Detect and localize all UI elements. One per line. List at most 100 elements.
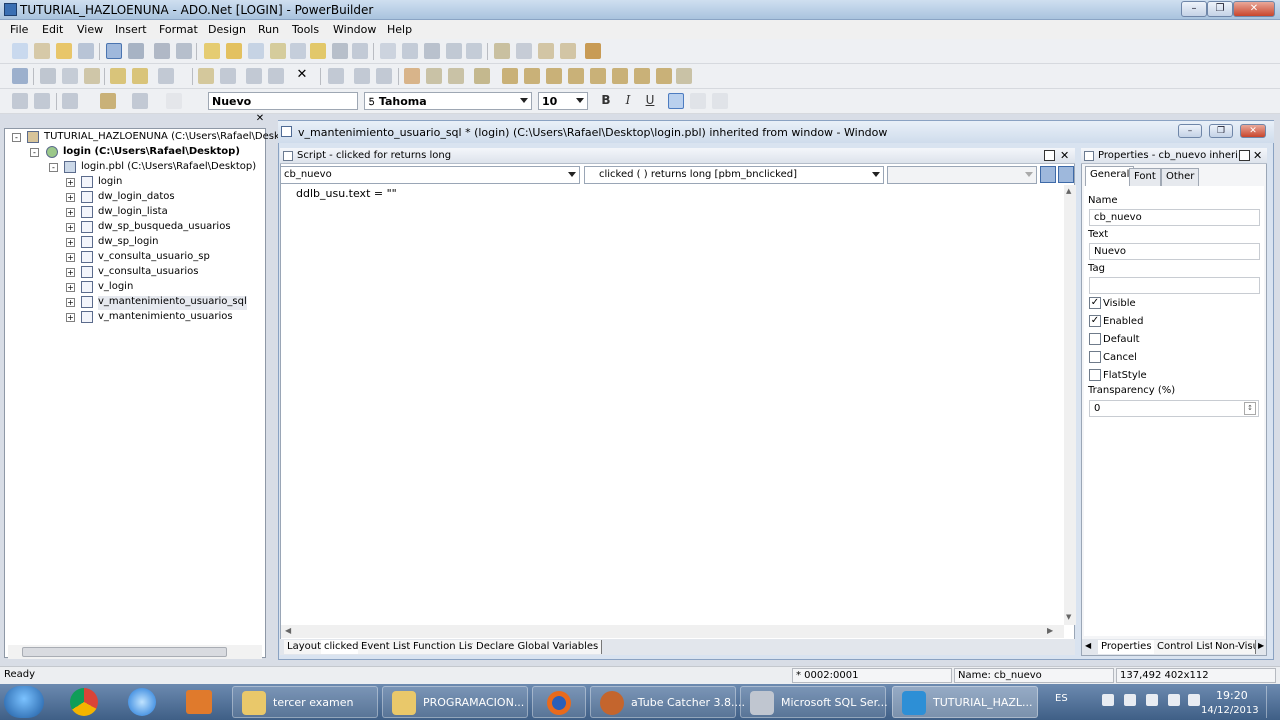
scrollbar-thumb[interactable] <box>22 647 227 657</box>
tab-font[interactable]: Font <box>1129 168 1161 186</box>
menu-view[interactable]: View <box>77 23 103 36</box>
text-field[interactable]: Nuevo <box>1089 243 1260 260</box>
painter-restore-button[interactable]: ❐ <box>1209 124 1233 138</box>
collapse-icon[interactable]: - <box>30 148 39 157</box>
tab-other[interactable]: Other <box>1161 168 1200 186</box>
cancel-checkbox[interactable] <box>1089 351 1101 363</box>
line-style-icon[interactable] <box>166 93 182 109</box>
tree-target[interactable]: login (C:\Users\Rafael\Desktop) <box>63 146 240 160</box>
device-icon[interactable] <box>1124 694 1136 706</box>
tree-item[interactable]: dw_login_datos <box>98 191 175 205</box>
todo-icon[interactable] <box>176 43 192 59</box>
taskbar-item-firefox[interactable] <box>532 686 586 718</box>
tab-control-list[interactable]: Control List <box>1154 640 1218 654</box>
tag-field[interactable] <box>1089 277 1260 294</box>
save-icon[interactable] <box>12 68 28 84</box>
collapse-icon[interactable]: - <box>49 163 58 172</box>
close-tree-icon[interactable]: ✕ <box>254 114 266 126</box>
debug-icon[interactable] <box>446 43 462 59</box>
code-line[interactable]: ddlb_usu.text = "" <box>296 187 397 200</box>
clock-date[interactable]: 14/12/2013 <box>1201 705 1259 716</box>
preview-window-icon[interactable] <box>198 68 214 84</box>
tree-item[interactable]: dw_login_lista <box>98 206 168 220</box>
font-select[interactable]: 𝟻 Tahoma <box>364 92 532 110</box>
view-9-icon[interactable] <box>676 68 692 84</box>
preview-icon[interactable] <box>78 43 94 59</box>
script-icon[interactable] <box>220 68 236 84</box>
taskbar-item-programacion[interactable]: PROGRAMACION... <box>382 686 528 718</box>
uncomment-icon[interactable] <box>376 68 392 84</box>
taskbar-item-sql-server[interactable]: Microsoft SQL Ser... <box>740 686 888 718</box>
undo-icon[interactable] <box>110 68 126 84</box>
menu-insert[interactable]: Insert <box>115 23 147 36</box>
scroll-right-icon[interactable]: ▶ <box>1047 626 1053 635</box>
tree-item[interactable]: v_mantenimiento_usuario_sql <box>98 296 247 310</box>
minimize-button[interactable]: – <box>1181 1 1207 17</box>
tab-declare-global-variables[interactable]: Declare Global Variables <box>473 640 603 654</box>
menu-edit[interactable]: Edit <box>42 23 63 36</box>
menu-tools[interactable]: Tools <box>292 23 319 36</box>
tree-workspace[interactable]: TUTURIAL_HAZLOENUNA (C:\Users\Rafael\Des… <box>44 131 283 145</box>
tab-general[interactable]: General <box>1085 166 1135 186</box>
tab-function-list[interactable]: Function List <box>410 640 481 654</box>
view-4-icon[interactable] <box>568 68 584 84</box>
text-value-field[interactable]: Nuevo <box>208 92 358 110</box>
tab-scroll-left-icon[interactable]: ◀ <box>1085 641 1091 650</box>
full-build-icon[interactable] <box>226 43 242 59</box>
pipeline-icon[interactable] <box>310 43 326 59</box>
script-list-icon[interactable] <box>1058 166 1074 183</box>
spin-icon[interactable]: ↕ <box>1244 402 1256 415</box>
align-left-icon[interactable] <box>668 93 684 109</box>
view-1-icon[interactable] <box>502 68 518 84</box>
restore-button[interactable]: ❐ <box>1207 1 1233 17</box>
expand-icon[interactable]: + <box>66 298 75 307</box>
flag-icon[interactable] <box>1102 694 1114 706</box>
open-icon[interactable] <box>56 43 72 59</box>
cut-icon[interactable] <box>40 68 56 84</box>
expand-icon[interactable]: + <box>66 178 75 187</box>
view-6-icon[interactable] <box>612 68 628 84</box>
comment-icon[interactable] <box>354 68 370 84</box>
tree-item[interactable]: login <box>98 176 122 190</box>
redo-icon[interactable] <box>132 68 148 84</box>
transparency-stepper[interactable]: 0 ↕ <box>1089 400 1259 417</box>
menu-format[interactable]: Format <box>159 23 198 36</box>
ancestor-select[interactable] <box>887 166 1037 184</box>
visible-checkbox[interactable]: ✓ <box>1089 297 1101 309</box>
new-icon[interactable] <box>12 43 28 59</box>
script-view-icon[interactable] <box>1040 166 1056 183</box>
profile-icon[interactable] <box>402 43 418 59</box>
tree-item[interactable]: dw_sp_busqueda_usuarios <box>98 221 231 235</box>
menu-design[interactable]: Design <box>208 23 246 36</box>
fill-color-icon[interactable] <box>100 93 116 109</box>
view-7-icon[interactable] <box>634 68 650 84</box>
chrome-icon[interactable] <box>70 688 98 716</box>
view-3-icon[interactable] <box>546 68 562 84</box>
browser-icon[interactable] <box>380 43 396 59</box>
view-2-icon[interactable] <box>524 68 540 84</box>
tree-horizontal-scrollbar[interactable] <box>8 645 262 659</box>
expand-icon[interactable]: + <box>66 268 75 277</box>
align-icon[interactable] <box>246 68 262 84</box>
select-run-icon[interactable] <box>560 43 576 59</box>
italic-button[interactable]: I <box>620 93 636 109</box>
show-desktop-button[interactable] <box>1266 686 1278 718</box>
volume-icon[interactable] <box>1168 694 1180 706</box>
flatstyle-checkbox[interactable] <box>1089 369 1101 381</box>
properties-icon[interactable] <box>426 68 442 84</box>
scroll-left-icon[interactable]: ◀ <box>285 626 291 635</box>
layout-icon[interactable] <box>448 68 464 84</box>
code-horizontal-scrollbar[interactable]: ◀ ▶ <box>281 625 1064 638</box>
close-pane-icon[interactable]: ✕ <box>1253 149 1262 162</box>
menu-file[interactable]: File <box>10 23 28 36</box>
output-icon[interactable] <box>154 43 170 59</box>
close-button[interactable]: ✕ <box>1233 1 1275 17</box>
taskbar-item-tercer-examen[interactable]: tercer examen <box>232 686 378 718</box>
text-color-icon[interactable] <box>132 93 148 109</box>
expand-icon[interactable]: + <box>66 253 75 262</box>
scroll-up-icon[interactable]: ▲ <box>1066 187 1071 195</box>
select-debug-icon[interactable] <box>466 43 482 59</box>
tools-icon[interactable] <box>516 43 532 59</box>
settings-icon[interactable] <box>494 43 510 59</box>
painter-close-button[interactable]: ✕ <box>1240 124 1266 138</box>
